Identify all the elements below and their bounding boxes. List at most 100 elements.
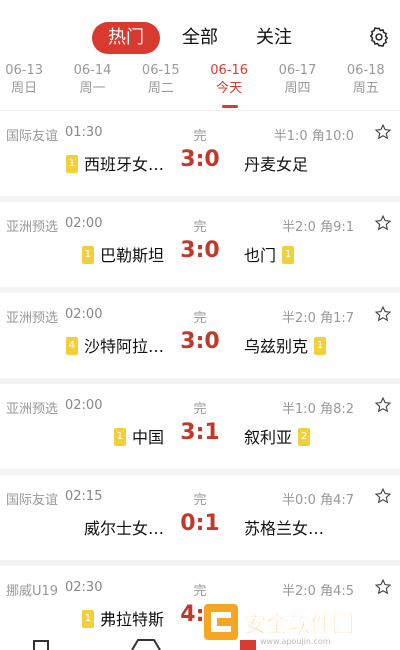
away-team-name: 乌兹别克 xyxy=(244,337,309,356)
yellow-card-badge: 1 xyxy=(282,245,295,264)
match-row[interactable]: 亚洲预选 02:00 完 半1:0 角8:2 1 中国 3:1 叙利亚 2 xyxy=(0,384,400,475)
yellow-card-badge: 1 xyxy=(113,427,126,446)
yellow-card-badge: 1 xyxy=(314,336,327,355)
match-status: 完 xyxy=(193,129,207,144)
tab-all[interactable]: 全部 xyxy=(166,22,234,54)
home-team-name: 西班牙女… xyxy=(83,155,164,174)
date-strip: 06-13 周日 06-14 周一 06-15 周二 06-16 今天 06-1… xyxy=(0,62,400,110)
score: 3:0 xyxy=(180,329,220,354)
away-team: 叙利亚 2 xyxy=(244,424,311,448)
away-team: 乌兹别克 1 xyxy=(244,333,327,357)
tab-follow[interactable]: 关注 xyxy=(240,22,308,54)
date-label: 06-17 xyxy=(278,63,317,78)
star-icon[interactable] xyxy=(374,487,392,505)
star-icon[interactable] xyxy=(374,305,392,323)
weekday-label: 周五 xyxy=(352,81,379,96)
yellow-card-badge: 4 xyxy=(65,336,78,355)
home-team-name: 威尔士女… xyxy=(83,519,164,538)
star-icon[interactable] xyxy=(374,578,392,596)
halftime-corners: 半1:0 角10:0 xyxy=(273,129,354,144)
date-item-today[interactable]: 06-16 今天 xyxy=(195,62,263,110)
away-team-name: 丹麦女足 xyxy=(244,155,309,174)
halftime-corners: 半1:0 角8:2 xyxy=(282,402,354,417)
home-team-name: 沙特阿拉… xyxy=(83,337,164,356)
date-label: 06-16 xyxy=(210,63,249,78)
home-team-name: 巴勒斯坦 xyxy=(99,246,164,265)
weekday-label: 周二 xyxy=(147,81,174,96)
kickoff-time: 02:15 xyxy=(65,489,103,504)
yellow-card-badge: 1 xyxy=(81,245,94,264)
star-icon[interactable] xyxy=(374,214,392,232)
watermark-text: 安金软件园 xyxy=(244,612,354,638)
yellow-card-badge: 1 xyxy=(65,154,78,173)
score: 3:1 xyxy=(180,420,220,445)
league-name: 国际友谊 xyxy=(6,129,59,144)
weekday-label: 周日 xyxy=(11,81,38,96)
league-name: 挪威U19 xyxy=(6,584,59,599)
watermark-url: www.apoujin.com xyxy=(260,637,331,646)
away-team: 丹麦女足 xyxy=(244,151,308,175)
match-status: 完 xyxy=(193,584,207,599)
date-item[interactable]: 06-17 周四 xyxy=(263,62,331,110)
date-label: 06-13 xyxy=(5,63,44,78)
halftime-corners: 半0:0 角4:7 xyxy=(282,493,354,508)
home-team: 1 西班牙女… xyxy=(65,151,164,175)
star-icon[interactable] xyxy=(374,123,392,141)
home-team: 1 中国 xyxy=(113,424,164,448)
top-bar: 热门 全部 关注 xyxy=(0,0,400,60)
match-status: 完 xyxy=(193,402,207,417)
yellow-card-badge: 1 xyxy=(81,609,94,628)
away-team-name: 也门 xyxy=(244,246,277,265)
match-status: 完 xyxy=(193,220,207,235)
score: 0:1 xyxy=(180,511,220,536)
match-row[interactable]: 亚洲预选 02:00 完 半2:0 角1:7 4 沙特阿拉… 3:0 乌兹别克 1 xyxy=(0,293,400,384)
gear-icon[interactable] xyxy=(368,26,390,48)
match-row[interactable]: 国际友谊 02:15 完 半0:0 角4:7 威尔士女… 0:1 苏格兰女… xyxy=(0,475,400,566)
halftime-corners: 半2:0 角4:5 xyxy=(282,584,354,599)
tab-group: 热门 全部 关注 xyxy=(92,22,308,54)
league-name: 亚洲预选 xyxy=(6,311,59,326)
date-label: 06-15 xyxy=(141,63,180,78)
halftime-corners: 半2:0 角9:1 xyxy=(282,220,354,235)
league-name: 国际友谊 xyxy=(6,493,59,508)
star-icon[interactable] xyxy=(374,396,392,414)
match-row[interactable]: 国际友谊 01:30 完 半1:0 角10:0 1 西班牙女… 3:0 丹麦女足 xyxy=(0,111,400,202)
match-status: 完 xyxy=(193,311,207,326)
kickoff-time: 02:00 xyxy=(65,307,103,322)
weekday-label: 周四 xyxy=(284,81,311,96)
date-item[interactable]: 06-14 周一 xyxy=(58,62,126,110)
match-list: 国际友谊 01:30 完 半1:0 角10:0 1 西班牙女… 3:0 丹麦女足 … xyxy=(0,111,400,650)
kickoff-time: 01:30 xyxy=(65,125,103,140)
halftime-corners: 半2:0 角1:7 xyxy=(282,311,354,326)
date-item[interactable]: 06-13 周日 xyxy=(0,62,58,110)
league-name: 亚洲预选 xyxy=(6,402,59,417)
match-status: 完 xyxy=(193,493,207,508)
kickoff-time: 02:00 xyxy=(65,216,103,231)
kickoff-time: 02:30 xyxy=(65,580,103,595)
watermark-graphic: 安金软件园 www.apoujin.com xyxy=(204,604,354,646)
home-team: 4 沙特阿拉… xyxy=(65,333,164,357)
away-team: 也门 1 xyxy=(244,242,295,266)
date-item[interactable]: 06-15 周二 xyxy=(127,62,195,110)
league-name: 亚洲预选 xyxy=(6,220,59,235)
away-team: 苏格兰女… xyxy=(244,515,324,539)
weekday-label: 周一 xyxy=(79,81,106,96)
home-team: 威尔士女… xyxy=(84,515,164,539)
match-row[interactable]: 亚洲预选 02:00 完 半2:0 角9:1 1 巴勒斯坦 3:0 也门 1 xyxy=(0,202,400,293)
score: 3:0 xyxy=(180,238,220,263)
home-team: 1 巴勒斯坦 xyxy=(81,242,164,266)
nav-icon-partial xyxy=(131,639,161,650)
date-item[interactable]: 06-18 周五 xyxy=(332,62,400,110)
home-team-name: 中国 xyxy=(131,428,164,447)
date-label: 06-14 xyxy=(73,63,112,78)
home-team: 1 弗拉特斯 xyxy=(81,606,164,630)
watermark-logo: 安金软件园 www.apoujin.com xyxy=(200,600,396,646)
kickoff-time: 02:00 xyxy=(65,398,103,413)
away-team-name: 叙利亚 xyxy=(244,428,293,447)
weekday-label: 今天 xyxy=(216,81,243,96)
nav-icon-partial xyxy=(33,640,49,650)
score: 3:0 xyxy=(180,147,220,172)
tab-hot[interactable]: 热门 xyxy=(92,22,160,54)
yellow-card-badge: 2 xyxy=(298,427,311,446)
home-team-name: 弗拉特斯 xyxy=(99,610,164,629)
